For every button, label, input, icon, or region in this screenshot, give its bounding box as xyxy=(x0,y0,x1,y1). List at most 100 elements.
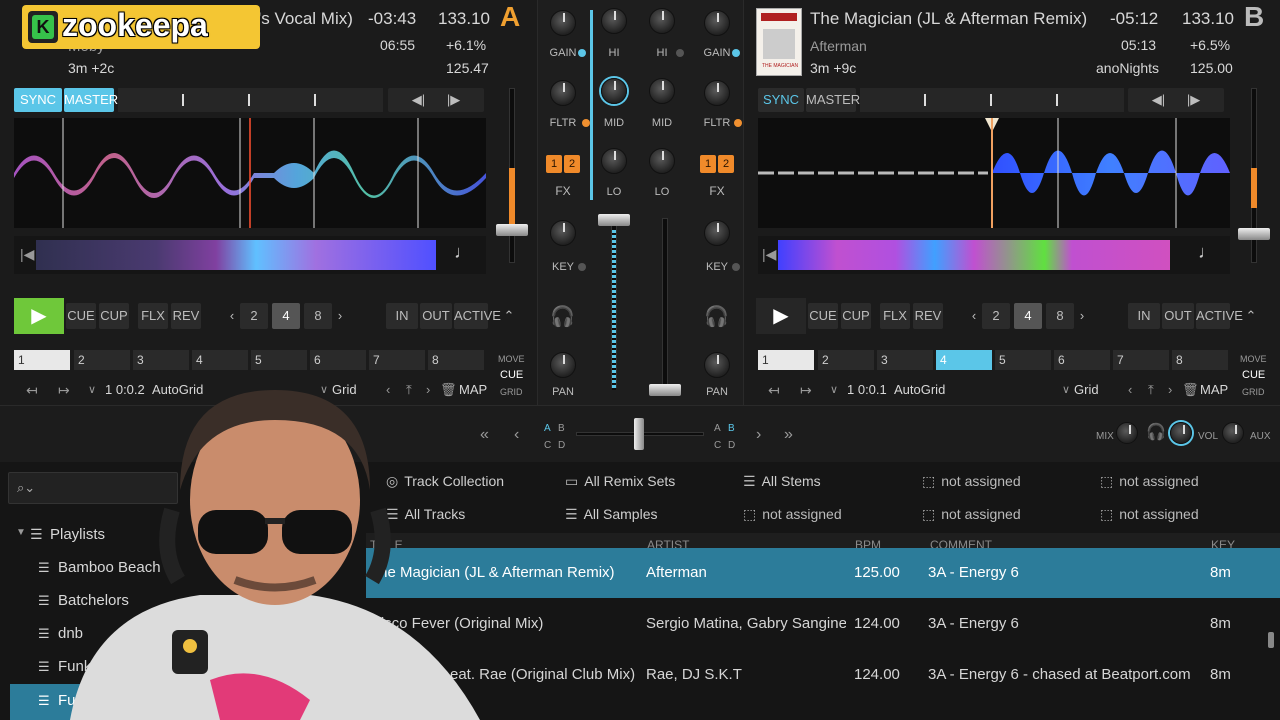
ch-a-key-led[interactable] xyxy=(578,263,586,271)
cue-set-icon[interactable]: ⤒ xyxy=(1148,381,1154,399)
shortcut-slot-5[interactable]: ⬚ not assigned xyxy=(1100,473,1199,490)
beatjump-forward-icon[interactable]: |▶ xyxy=(447,92,460,107)
delete-icon[interactable]: 🗑 xyxy=(1182,381,1199,399)
deck-a-loop-active-button[interactable]: ACTIVE xyxy=(454,303,501,329)
shortcut-slot-8[interactable]: ⬚ not assigned xyxy=(743,506,842,523)
ch-b-filter-led[interactable] xyxy=(734,119,742,127)
cue-next-icon[interactable]: › xyxy=(1168,381,1172,399)
beatjump-back-icon[interactable]: ◀| xyxy=(412,92,425,107)
deck-a-loop-in-button[interactable]: IN xyxy=(386,303,418,329)
deck-b-hotcue-1[interactable]: 1 xyxy=(758,350,814,370)
deck-b-letter[interactable]: B xyxy=(1244,3,1264,31)
ch-b-volume-fader-cap[interactable] xyxy=(649,384,681,396)
deck-b-play-button[interactable]: ▶ xyxy=(756,298,806,334)
ch-a-lo-knob[interactable] xyxy=(601,148,627,174)
deck-a-play-button[interactable]: ▶ xyxy=(14,298,64,334)
note-icon[interactable]: ♩ xyxy=(454,242,472,263)
deck-a-flux-button[interactable]: FLX xyxy=(138,303,168,329)
deck-b-hotcue-6[interactable]: 6 xyxy=(1054,350,1110,370)
deck-b-loop-in-button[interactable]: IN xyxy=(1128,303,1160,329)
ch-b-volume-fader[interactable] xyxy=(662,218,668,388)
deck-a-collapse-icon[interactable]: ⌃ xyxy=(496,303,522,329)
ch-b-key-knob[interactable] xyxy=(704,220,730,246)
deck-a-overview[interactable]: |◀ ♩ xyxy=(14,236,486,274)
deck-a-cup-button[interactable]: CUP xyxy=(99,303,129,329)
ch-b-lo-knob[interactable] xyxy=(649,148,675,174)
ch-a-filter-led[interactable] xyxy=(582,119,590,127)
ch-a-headphone-icon[interactable]: 🎧 xyxy=(550,304,575,329)
beatjump-forward-icon[interactable]: |▶ xyxy=(1187,92,1200,107)
deck-b-reverse-button[interactable]: REV xyxy=(913,303,943,329)
deck-b-hotcue-4[interactable]: 4 xyxy=(936,350,992,370)
table-row[interactable]: The Magician (JL & Afterman Remix) After… xyxy=(366,548,1280,598)
xfader-assign-d-left[interactable]: D xyxy=(558,437,565,455)
deck-b-waveform[interactable] xyxy=(758,118,1230,228)
shortcut-slot-10[interactable]: ⬚ not assigned xyxy=(1100,506,1199,523)
grid-chevron-icon[interactable]: ∨ xyxy=(1062,381,1070,399)
xfader-assign-a-left[interactable]: A xyxy=(544,420,551,438)
loop-size-up-icon[interactable]: › xyxy=(334,303,346,329)
deck-a-sync-button[interactable]: SYNC xyxy=(14,88,62,112)
deck-b-hotcue-3[interactable]: 3 xyxy=(877,350,933,370)
deck-b-hotcue-8[interactable]: 8 xyxy=(1172,350,1228,370)
deck-a-reverse-button[interactable]: REV xyxy=(171,303,201,329)
right-icon[interactable]: › xyxy=(756,426,761,444)
xfader-assign-b-right[interactable]: B xyxy=(728,420,735,438)
deck-b-hotcue-7[interactable]: 7 xyxy=(1113,350,1169,370)
ch-b-fx1-button[interactable]: 1 xyxy=(700,155,716,173)
xfader-assign-a-right[interactable]: A xyxy=(714,420,721,438)
deck-b-loop-2[interactable]: 2 xyxy=(982,303,1010,329)
ch-a-fx1-button[interactable]: 1 xyxy=(546,155,562,173)
deck-b-hotcue-5[interactable]: 5 xyxy=(995,350,1051,370)
deck-a-hotcue-8[interactable]: 8 xyxy=(428,350,484,370)
deck-a-hotcue-4[interactable]: 4 xyxy=(192,350,248,370)
tree-expand-icon[interactable]: ▼ xyxy=(16,527,26,538)
monitor-mix-knob[interactable] xyxy=(1116,422,1138,444)
deck-a-loop-4[interactable]: 4 xyxy=(272,303,300,329)
ch-a-mid-knob[interactable] xyxy=(601,78,627,104)
shortcut-all-stems[interactable]: ☰ All Stems xyxy=(743,473,821,490)
aux-knob[interactable] xyxy=(1222,422,1244,444)
ch-a-hi-knob[interactable] xyxy=(601,8,627,34)
move-back-icon[interactable]: ↤ xyxy=(26,381,38,399)
ch-b-filter-knob[interactable] xyxy=(704,80,730,106)
deck-b-hotcue-2[interactable]: 2 xyxy=(818,350,874,370)
deck-b-bpm[interactable]: 133.10 xyxy=(1182,10,1234,28)
deck-b-cup-button[interactable]: CUP xyxy=(841,303,871,329)
ch-b-gain-knob[interactable] xyxy=(704,10,730,36)
deck-a-move-mode[interactable]: CUE xyxy=(500,366,523,384)
ch-b-headphone-icon[interactable]: 🎧 xyxy=(704,304,729,329)
deck-a-loop-out-button[interactable]: OUT xyxy=(420,303,452,329)
monitor-vol-knob[interactable] xyxy=(1170,422,1192,444)
ch-a-fx2-button[interactable]: 2 xyxy=(564,155,580,173)
deck-a-hotcue-2[interactable]: 2 xyxy=(74,350,130,370)
deck-b-grid[interactable]: Grid xyxy=(1074,381,1099,399)
ch-b-mid-knob[interactable] xyxy=(649,78,675,104)
deck-b-overview[interactable]: |◀ ♩ xyxy=(758,236,1230,274)
ch-b-hi-knob[interactable] xyxy=(649,8,675,34)
table-row[interactable]: eat. Rae (Original Club Mix) Rae, DJ S.K… xyxy=(366,650,1280,700)
skip-back-icon[interactable]: |◀ xyxy=(20,246,34,263)
xfader-assign-d-right[interactable]: D xyxy=(728,437,735,455)
deck-a-cue-button[interactable]: CUE xyxy=(66,303,96,329)
cue-prev-icon[interactable]: ‹ xyxy=(1128,381,1132,399)
double-right-icon[interactable]: » xyxy=(784,426,793,444)
deck-b-cue-button[interactable]: CUE xyxy=(808,303,838,329)
shortcut-all-remix-sets[interactable]: ▭ All Remix Sets xyxy=(565,473,675,490)
shortcut-slot-9[interactable]: ⬚ not assigned xyxy=(922,506,1021,523)
deck-a-letter[interactable]: A xyxy=(500,3,520,31)
list-scrollbar[interactable] xyxy=(1268,632,1274,648)
deck-b-cover-art[interactable]: THE MAGICIAN xyxy=(756,8,802,76)
deck-b-loop-4[interactable]: 4 xyxy=(1014,303,1042,329)
deck-a-hotcue-3[interactable]: 3 xyxy=(133,350,189,370)
deck-a-hotcue-6[interactable]: 6 xyxy=(310,350,366,370)
deck-a-loop-2[interactable]: 2 xyxy=(240,303,268,329)
ch-a-gain-knob[interactable] xyxy=(550,10,576,36)
crossfader-cap[interactable] xyxy=(634,418,644,450)
beatjump-back-icon[interactable]: ◀| xyxy=(1152,92,1165,107)
deck-b-loop-8[interactable]: 8 xyxy=(1046,303,1074,329)
deck-b-collapse-icon[interactable]: ⌃ xyxy=(1238,303,1264,329)
deck-a-tempo-fader[interactable] xyxy=(496,88,528,268)
deck-a-hotcue-1[interactable]: 1 xyxy=(14,350,70,370)
ch-b-key-led[interactable] xyxy=(732,263,740,271)
